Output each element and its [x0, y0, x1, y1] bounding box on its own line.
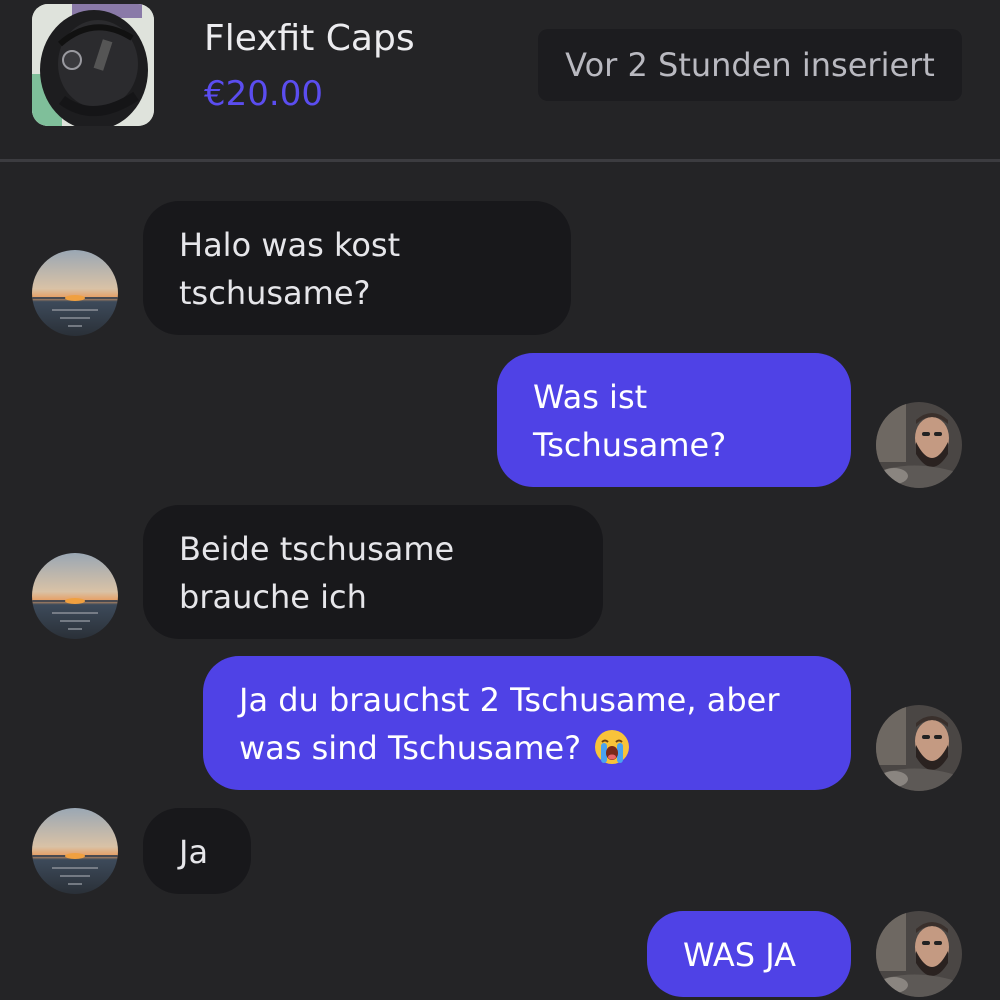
message-bubble-incoming[interactable]: Beide tschusame brauche ich [143, 505, 603, 639]
user-photo-avatar-icon [876, 705, 962, 791]
product-thumbnail[interactable] [32, 4, 154, 126]
contact-avatar[interactable] [32, 808, 118, 894]
message-text: Ja du brauchst 2 Tschusame, aber [239, 681, 780, 719]
message-text: WAS JA [683, 936, 797, 974]
message-bubble-outgoing[interactable]: Was ist Tschusame? [497, 353, 851, 487]
message-text: Ja [179, 833, 209, 871]
user-avatar[interactable] [876, 911, 962, 997]
contact-avatar[interactable] [32, 250, 118, 336]
message-bubble-outgoing[interactable]: WAS JA [647, 911, 851, 997]
message-bubble-incoming[interactable]: Halo was kost tschusame? [143, 201, 571, 335]
message-text: was sind Tschusame? [239, 729, 582, 767]
message-bubble-incoming[interactable]: Ja [143, 808, 251, 894]
user-photo-avatar-icon [876, 911, 962, 997]
sunset-avatar-icon [32, 808, 118, 894]
sunset-avatar-icon [32, 250, 118, 336]
cap-photo-icon [32, 4, 154, 126]
message-text: brauche ich [179, 578, 367, 616]
message-bubble-outgoing[interactable]: Ja du brauchst 2 Tschusame, aber was sin… [203, 656, 851, 790]
message-text: Was ist [533, 378, 648, 416]
posted-time-badge: Vor 2 Stunden inseriert [538, 29, 962, 101]
message-text: Halo was kost [179, 226, 401, 264]
product-title[interactable]: Flexfit Caps [204, 18, 415, 59]
loudly-crying-face-icon [595, 730, 630, 764]
product-price: €20.00 [204, 74, 323, 114]
chat-screen: Flexfit Caps €20.00 Vor 2 Stunden inseri… [0, 0, 1000, 1000]
listing-header: Flexfit Caps €20.00 Vor 2 Stunden inseri… [0, 0, 1000, 162]
message-text: tschusame? [179, 274, 371, 312]
user-avatar[interactable] [876, 705, 962, 791]
user-avatar[interactable] [876, 402, 962, 488]
message-text: Tschusame? [533, 426, 727, 464]
contact-avatar[interactable] [32, 553, 118, 639]
sunset-avatar-icon [32, 553, 118, 639]
user-photo-avatar-icon [876, 402, 962, 488]
message-text: Beide tschusame [179, 530, 455, 568]
